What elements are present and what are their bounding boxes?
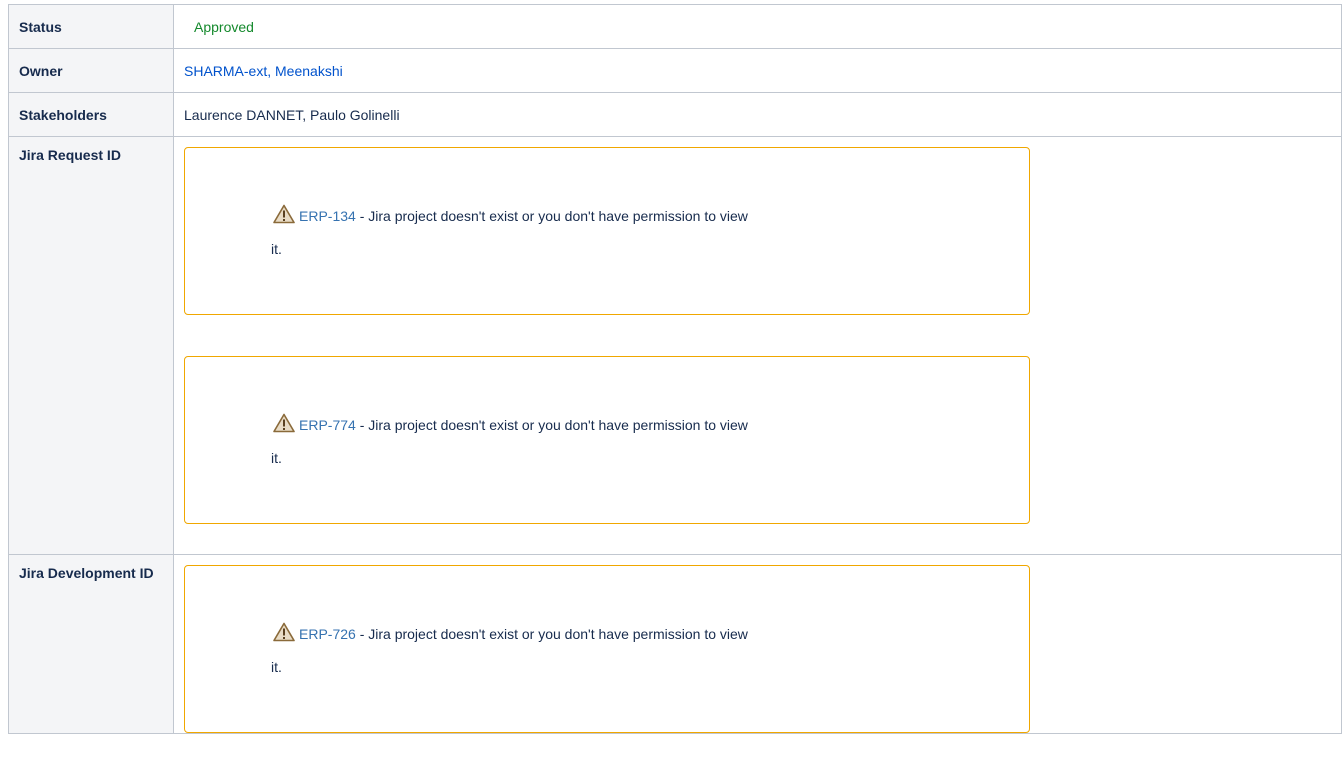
- jira-issue-message: - Jira project doesn't exist or you don'…: [355, 208, 748, 224]
- page-properties-table: Status Approved Owner SHARMA-ext, Meenak…: [8, 4, 1342, 734]
- stakeholders-value: Laurence DANNET, Paulo Golinelli: [184, 107, 400, 123]
- owner-cell: SHARMA-ext, Meenakshi: [173, 48, 1342, 93]
- jira-issue-message: - Jira project doesn't exist or you don'…: [355, 417, 748, 433]
- jira-issue-panel: ERP-774 - Jira project doesn't exist or …: [184, 356, 1030, 524]
- status-label: Status: [8, 4, 174, 49]
- jira-issue-link[interactable]: ERP-134: [299, 207, 356, 225]
- stakeholders-row: Stakeholders Laurence DANNET, Paulo Goli…: [8, 92, 1342, 137]
- status-value: Approved: [194, 19, 254, 35]
- jira-development-cell: ERP-726 - Jira project doesn't exist or …: [173, 554, 1342, 734]
- jira-request-label: Jira Request ID: [8, 136, 174, 555]
- status-cell: Approved: [173, 4, 1342, 49]
- owner-row: Owner SHARMA-ext, Meenakshi: [8, 48, 1342, 93]
- jira-issue-message-tail: it.: [271, 659, 282, 675]
- status-row: Status Approved: [8, 4, 1342, 49]
- stakeholders-cell: Laurence DANNET, Paulo Golinelli: [173, 92, 1342, 137]
- jira-issue-message: - Jira project doesn't exist or you don'…: [355, 626, 748, 642]
- owner-user-link[interactable]: SHARMA-ext, Meenakshi: [184, 63, 343, 79]
- warning-triangle-icon: [273, 622, 295, 642]
- jira-issue-panel: ERP-134 - Jira project doesn't exist or …: [184, 147, 1030, 315]
- jira-issue-link[interactable]: ERP-726: [299, 625, 356, 643]
- jira-issue-link[interactable]: ERP-774: [299, 416, 356, 434]
- jira-development-label: Jira Development ID: [8, 554, 174, 734]
- warning-triangle-icon: [273, 204, 295, 224]
- jira-development-row: Jira Development ID ERP-726 - Jira proje…: [8, 554, 1342, 734]
- warning-triangle-icon: [273, 413, 295, 433]
- jira-request-row: Jira Request ID ERP-134 - Jira project d…: [8, 136, 1342, 555]
- jira-issue-message-tail: it.: [271, 241, 282, 257]
- jira-issue-panel: ERP-726 - Jira project doesn't exist or …: [184, 565, 1030, 733]
- jira-request-cell: ERP-134 - Jira project doesn't exist or …: [173, 136, 1342, 555]
- stakeholders-label: Stakeholders: [8, 92, 174, 137]
- jira-issue-message-tail: it.: [271, 450, 282, 466]
- owner-label: Owner: [8, 48, 174, 93]
